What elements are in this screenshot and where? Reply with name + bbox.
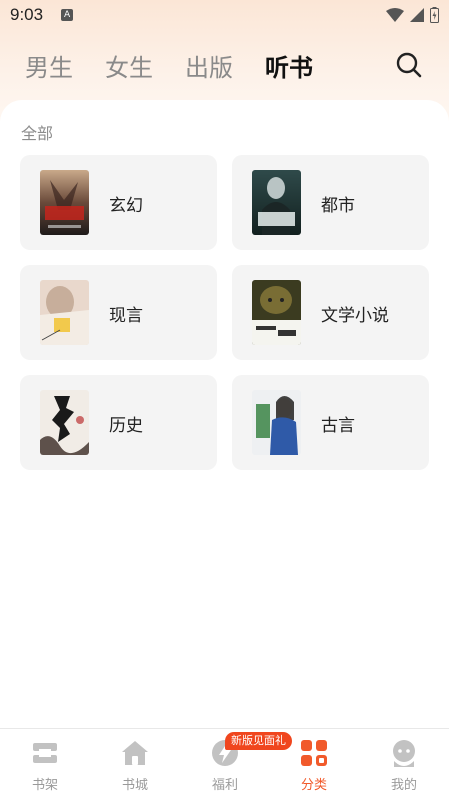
- nav-label: 我的: [390, 778, 417, 793]
- nav-label: 书架: [31, 778, 58, 793]
- nav-label: 分类: [300, 778, 327, 793]
- tab-male[interactable]: 男生: [25, 48, 73, 83]
- signal-icon: [410, 8, 424, 22]
- book-cover-urban-icon: [252, 170, 301, 235]
- category-label: 现言: [109, 306, 143, 326]
- status-time: 9:03: [10, 5, 44, 24]
- nav-label: 福利: [211, 778, 238, 793]
- search-icon[interactable]: [394, 50, 424, 80]
- bookshelf-icon: [33, 743, 57, 763]
- category-icon: [301, 740, 327, 766]
- book-cover-history-icon: [40, 390, 89, 455]
- status-icons: [386, 7, 439, 23]
- status-bar: 9:03 A: [0, 0, 449, 30]
- category-label: 历史: [109, 416, 143, 436]
- nav-label: 书城: [121, 778, 148, 793]
- promo-badge[interactable]: 新版见面礼: [225, 732, 292, 750]
- profile-icon: [393, 740, 415, 767]
- notification-icon: A: [61, 9, 74, 21]
- nav-bookshelf[interactable]: 书架: [5, 729, 85, 798]
- category-label: 文学小说: [321, 306, 389, 326]
- battery-icon: [430, 7, 439, 23]
- category-card-dushi[interactable]: 都市: [232, 155, 429, 250]
- top-tab-bar: 男生 女生 出版 听书: [0, 42, 449, 86]
- category-card-wenxue[interactable]: 文学小说: [232, 265, 429, 360]
- category-card-guyan[interactable]: 古言: [232, 375, 429, 470]
- category-card-xianyan[interactable]: 现言: [20, 265, 217, 360]
- nav-bookstore[interactable]: 书城: [95, 729, 175, 798]
- category-card-xuanhuan[interactable]: 玄幻: [20, 155, 217, 250]
- category-card-lishi[interactable]: 历史: [20, 375, 217, 470]
- category-label: 都市: [321, 196, 355, 216]
- book-cover-fantasy-icon: [40, 170, 89, 235]
- book-cover-modern-romance-icon: [40, 280, 89, 345]
- book-cover-literature-icon: [252, 280, 301, 345]
- category-label: 古言: [321, 416, 355, 436]
- nav-profile[interactable]: 我的: [364, 729, 444, 798]
- category-label: 玄幻: [109, 196, 143, 216]
- tab-publishing[interactable]: 出版: [185, 48, 233, 83]
- book-cover-ancient-romance-icon: [252, 390, 301, 455]
- bookstore-icon: [122, 741, 148, 765]
- tab-audiobook[interactable]: 听书: [265, 48, 313, 83]
- section-title: 全部: [21, 124, 54, 143]
- tab-female[interactable]: 女生: [105, 48, 153, 83]
- wifi-icon: [386, 8, 404, 22]
